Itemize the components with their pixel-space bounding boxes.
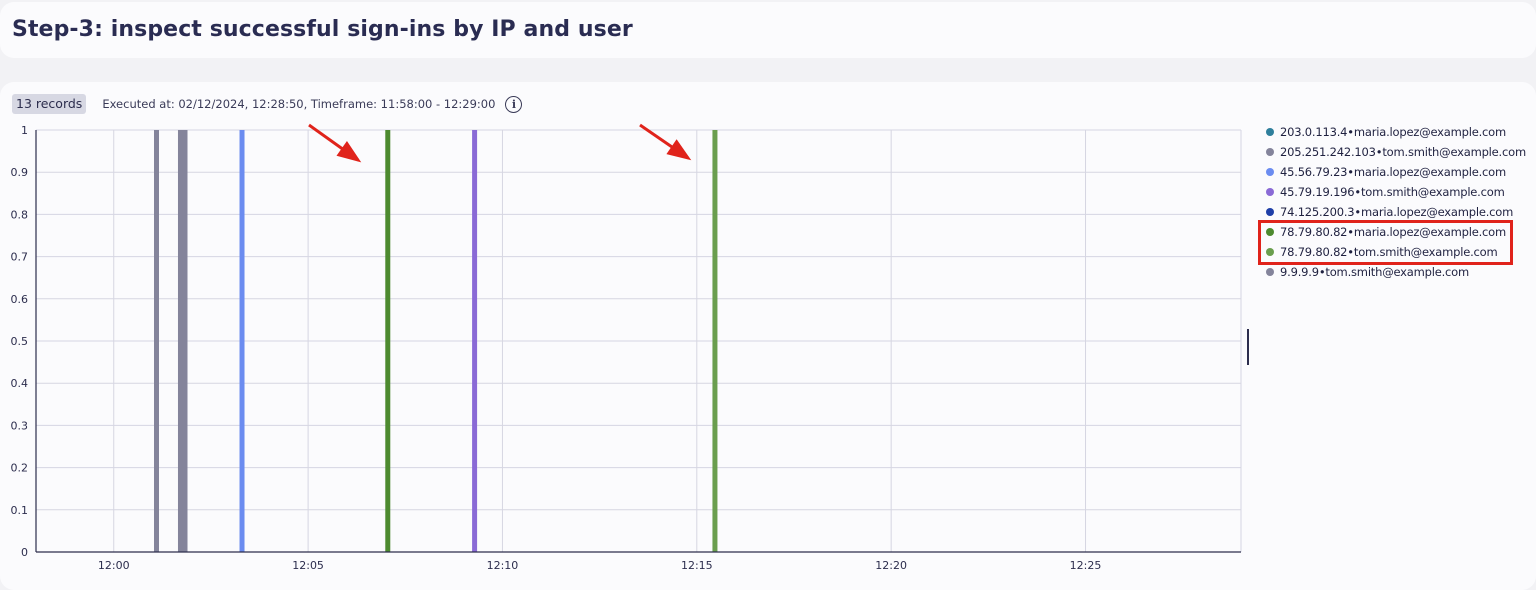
info-icon[interactable]: i: [505, 95, 523, 113]
title-card: Step-3: inspect successful sign-ins by I…: [0, 2, 1536, 58]
legend-item[interactable]: 45.56.79.23•maria.lopez@example.com: [1266, 162, 1536, 182]
legend-dot-icon: [1266, 208, 1274, 216]
highlight-box: [1258, 220, 1513, 265]
legend-label: 74.125.200.3•maria.lopez@example.com: [1280, 205, 1514, 219]
legend-label: 205.251.242.103•tom.smith@example.com: [1280, 145, 1526, 159]
legend-resize-handle[interactable]: [1247, 329, 1249, 365]
legend-item[interactable]: 205.251.242.103•tom.smith@example.com: [1266, 142, 1536, 162]
legend-dot-icon: [1266, 168, 1274, 176]
legend-dot-icon: [1266, 188, 1274, 196]
legend-label: 9.9.9.9•tom.smith@example.com: [1280, 265, 1470, 279]
page-title: Step-3: inspect successful sign-ins by I…: [12, 17, 633, 42]
legend-label: 203.0.113.4•maria.lopez@example.com: [1280, 125, 1507, 139]
legend-dot-icon: [1266, 268, 1274, 276]
legend-label: 45.79.19.196•tom.smith@example.com: [1280, 185, 1505, 199]
legend-item[interactable]: 74.125.200.3•maria.lopez@example.com: [1266, 202, 1536, 222]
legend-item[interactable]: 45.79.19.196•tom.smith@example.com: [1266, 182, 1536, 202]
legend-item[interactable]: 203.0.113.4•maria.lopez@example.com: [1266, 122, 1536, 142]
legend-dot-icon: [1266, 148, 1274, 156]
records-badge: 13 records: [12, 94, 87, 114]
legend-label: 45.56.79.23•maria.lopez@example.com: [1280, 165, 1507, 179]
meta-row: 13 records Executed at: 02/12/2024, 12:2…: [12, 94, 523, 114]
legend-item[interactable]: 9.9.9.9•tom.smith@example.com: [1266, 262, 1536, 282]
executed-info: Executed at: 02/12/2024, 12:28:50, Timef…: [102, 97, 496, 111]
legend-dot-icon: [1266, 128, 1274, 136]
